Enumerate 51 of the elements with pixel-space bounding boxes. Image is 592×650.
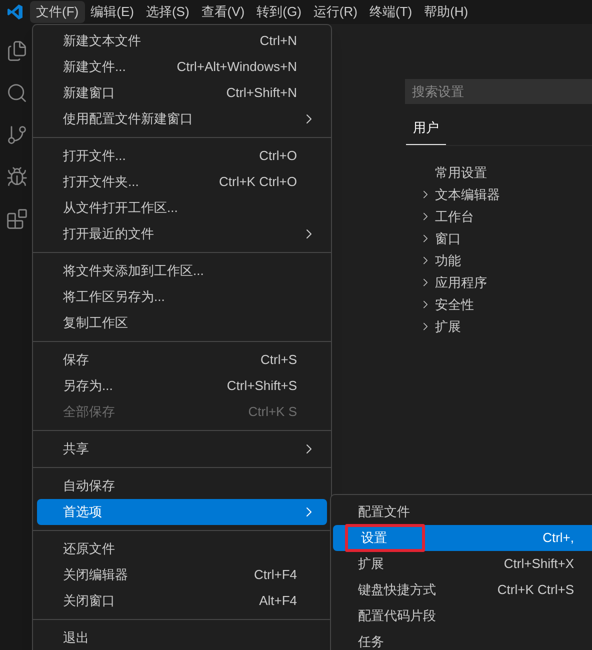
tree-item[interactable]: 常用设置 <box>435 162 487 182</box>
menu-item[interactable]: 键盘快捷方式 Ctrl+K Ctrl+S <box>333 577 592 603</box>
menu-bar-item[interactable]: 转到(G) <box>250 1 308 23</box>
menu-item[interactable]: 打开最近的文件 <box>37 221 327 247</box>
menu-item[interactable]: 关闭窗口 Alt+F4 <box>37 588 327 614</box>
menu-item[interactable]: 新建窗口 Ctrl+Shift+N <box>37 80 327 106</box>
menu-bar-item[interactable]: 终端(T) <box>363 1 418 23</box>
menu-item[interactable]: 保存 Ctrl+S <box>37 347 327 373</box>
menu-item[interactable]: 配置文件 <box>333 499 592 525</box>
tree-item[interactable]: 功能 <box>435 250 461 270</box>
menu-item[interactable]: 使用配置文件新建窗口 <box>37 106 327 132</box>
menu-item[interactable]: 将文件夹添加到工作区... <box>37 258 327 284</box>
tree-item[interactable]: 应用程序 <box>435 272 487 292</box>
menu-bar-item[interactable]: 帮助(H) <box>418 1 474 23</box>
menu-item[interactable]: 打开文件... Ctrl+O <box>37 143 327 169</box>
menu-bar-item[interactable]: 文件(F) <box>30 1 85 23</box>
menu-item[interactable]: 扩展 Ctrl+Shift+X <box>333 551 592 577</box>
menu-bar-item[interactable]: 选择(S) <box>140 1 196 23</box>
menu-item[interactable]: 还原文件 <box>37 536 327 562</box>
settings-tab[interactable]: 用户 <box>406 118 446 144</box>
menu-item[interactable]: 自动保存 <box>37 473 327 499</box>
search-icon[interactable] <box>6 82 28 104</box>
menu-bar-item[interactable]: 运行(R) <box>307 1 364 23</box>
files-icon[interactable] <box>6 40 28 62</box>
search-field[interactable]: 搜索设置 <box>405 79 592 104</box>
menu-item[interactable]: 将工作区另存为... <box>37 284 327 310</box>
menu-item[interactable]: 打开文件夹... Ctrl+K Ctrl+O <box>37 169 327 195</box>
menu-item[interactable]: 共享 <box>37 436 327 462</box>
menu-item[interactable]: 另存为... Ctrl+Shift+S <box>37 373 327 399</box>
bug-icon[interactable] <box>6 166 28 188</box>
menu-bar-item[interactable]: 编辑(E) <box>84 1 140 23</box>
tree-item[interactable]: 工作台 <box>435 206 474 226</box>
menu-item[interactable]: 配置代码片段 <box>333 603 592 629</box>
menu-item[interactable]: 设置 Ctrl+, <box>333 525 592 551</box>
menu-bar-item[interactable]: 查看(V) <box>195 1 251 23</box>
tree-item[interactable]: 扩展 <box>435 316 461 336</box>
menu-item[interactable]: 新建文件... Ctrl+Alt+Windows+N <box>37 54 327 80</box>
menu-item[interactable]: 退出 <box>37 625 327 650</box>
menu-item[interactable]: 复制工作区 <box>37 310 327 336</box>
menu-item[interactable]: 从文件打开工作区... <box>37 195 327 221</box>
app-logo-icon <box>6 3 24 21</box>
blocks-icon[interactable] <box>6 208 28 230</box>
highlight-frame: 设置 <box>345 524 425 552</box>
menu-item[interactable]: 新建文本文件 Ctrl+N <box>37 28 327 54</box>
menu-item[interactable]: 首选项 <box>37 499 327 525</box>
branch-icon[interactable] <box>6 124 28 146</box>
menu-item[interactable]: 任务 <box>333 629 592 650</box>
tree-item[interactable]: 窗口 <box>435 228 461 248</box>
menu-item[interactable]: 关闭编辑器 Ctrl+F4 <box>37 562 327 588</box>
tree-item[interactable]: 安全性 <box>435 294 474 314</box>
tree-item[interactable]: 文本编辑器 <box>435 184 500 204</box>
